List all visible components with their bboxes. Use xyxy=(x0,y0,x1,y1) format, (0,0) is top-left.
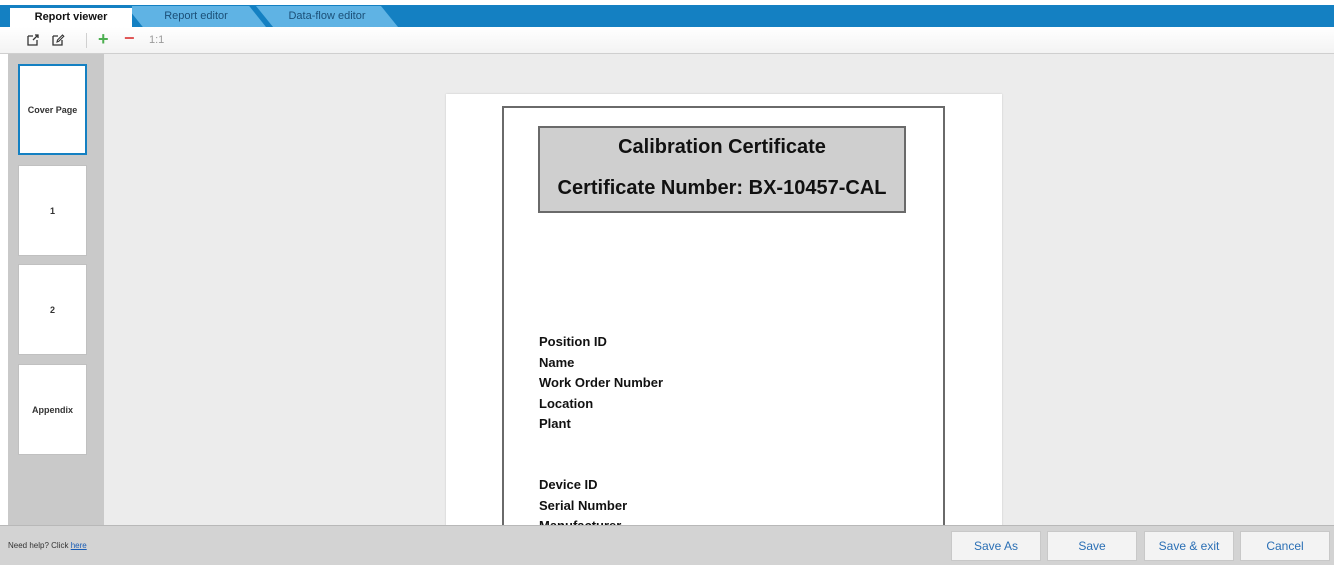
tab-report-editor[interactable]: Report editor xyxy=(126,6,266,27)
zoom-in-icon[interactable]: + xyxy=(98,29,109,50)
zoom-reset-button[interactable]: 1:1 xyxy=(149,34,164,46)
help-text: Need help? Click here xyxy=(8,541,87,550)
field-label: Name xyxy=(539,354,575,370)
field-label: Position ID xyxy=(539,334,607,349)
certificate-title: Calibration Certificate xyxy=(618,136,826,158)
fields-group-position: Position ID Name Work Order Number Locat… xyxy=(539,332,663,435)
tab-bar: Data-flow editor Report editor Report vi… xyxy=(0,0,1334,27)
help-link[interactable]: here xyxy=(71,541,87,550)
field-label: Serial Number xyxy=(539,497,628,513)
thumbnail-cover-page[interactable]: Cover Page xyxy=(18,64,87,155)
report-viewer-area[interactable]: Calibration Certificate Certificate Numb… xyxy=(104,54,1334,525)
save-exit-button[interactable]: Save & exit xyxy=(1144,531,1234,561)
certificate-number: Certificate Number: BX-10457-CAL xyxy=(557,177,887,199)
save-button[interactable]: Save xyxy=(1047,531,1137,561)
field-label: Device ID xyxy=(539,477,598,492)
help-label: Need help? Click xyxy=(8,541,71,550)
save-as-button[interactable]: Save As xyxy=(951,531,1041,561)
field-label: Location xyxy=(539,395,594,411)
thumbnail-page-1[interactable]: 1 xyxy=(18,165,87,256)
edit-icon[interactable] xyxy=(51,33,65,47)
zoom-out-icon[interactable]: − xyxy=(124,28,135,49)
thumbnail-appendix[interactable]: Appendix xyxy=(18,364,87,455)
field-label: Manufacturer xyxy=(539,516,627,525)
field-label: Plant xyxy=(539,416,571,431)
page-frame: Calibration Certificate Certificate Numb… xyxy=(502,106,945,525)
toolbar-separator xyxy=(86,33,87,48)
certificate-header: Calibration Certificate Certificate Numb… xyxy=(538,126,906,213)
field-label: Work Order Number xyxy=(539,375,664,390)
report-page: Calibration Certificate Certificate Numb… xyxy=(446,94,1002,525)
thumbnail-page-2[interactable]: 2 xyxy=(18,264,87,355)
page-thumbnails-panel: Cover Page 1 2 Appendix xyxy=(8,54,104,525)
toolbar: + − 1:1 xyxy=(0,27,1334,54)
tab-report-viewer[interactable]: Report viewer xyxy=(10,6,132,27)
fields-group-device: Device ID Serial Number Manufacturer xyxy=(539,475,627,525)
cancel-button[interactable]: Cancel xyxy=(1240,531,1330,561)
tab-data-flow-editor[interactable]: Data-flow editor xyxy=(256,6,398,27)
footer-bar: Need help? Click here Save As Save Save … xyxy=(0,525,1334,565)
export-icon[interactable] xyxy=(26,33,40,47)
